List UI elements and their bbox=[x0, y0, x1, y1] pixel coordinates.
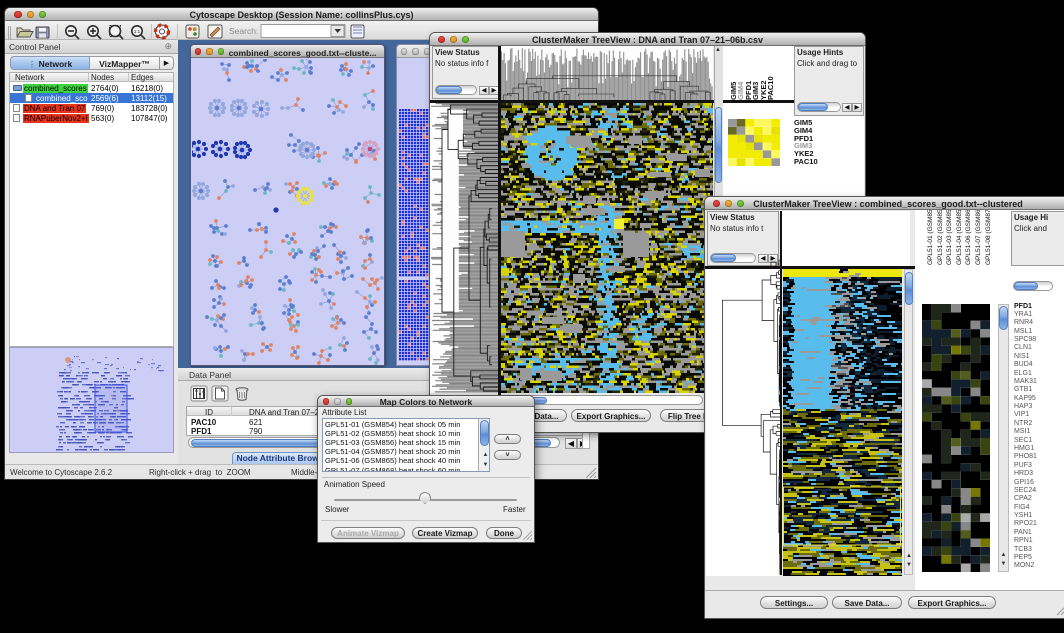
svg-text:Search:: Search: bbox=[229, 26, 258, 36]
svg-text:1:1: 1:1 bbox=[134, 29, 141, 34]
